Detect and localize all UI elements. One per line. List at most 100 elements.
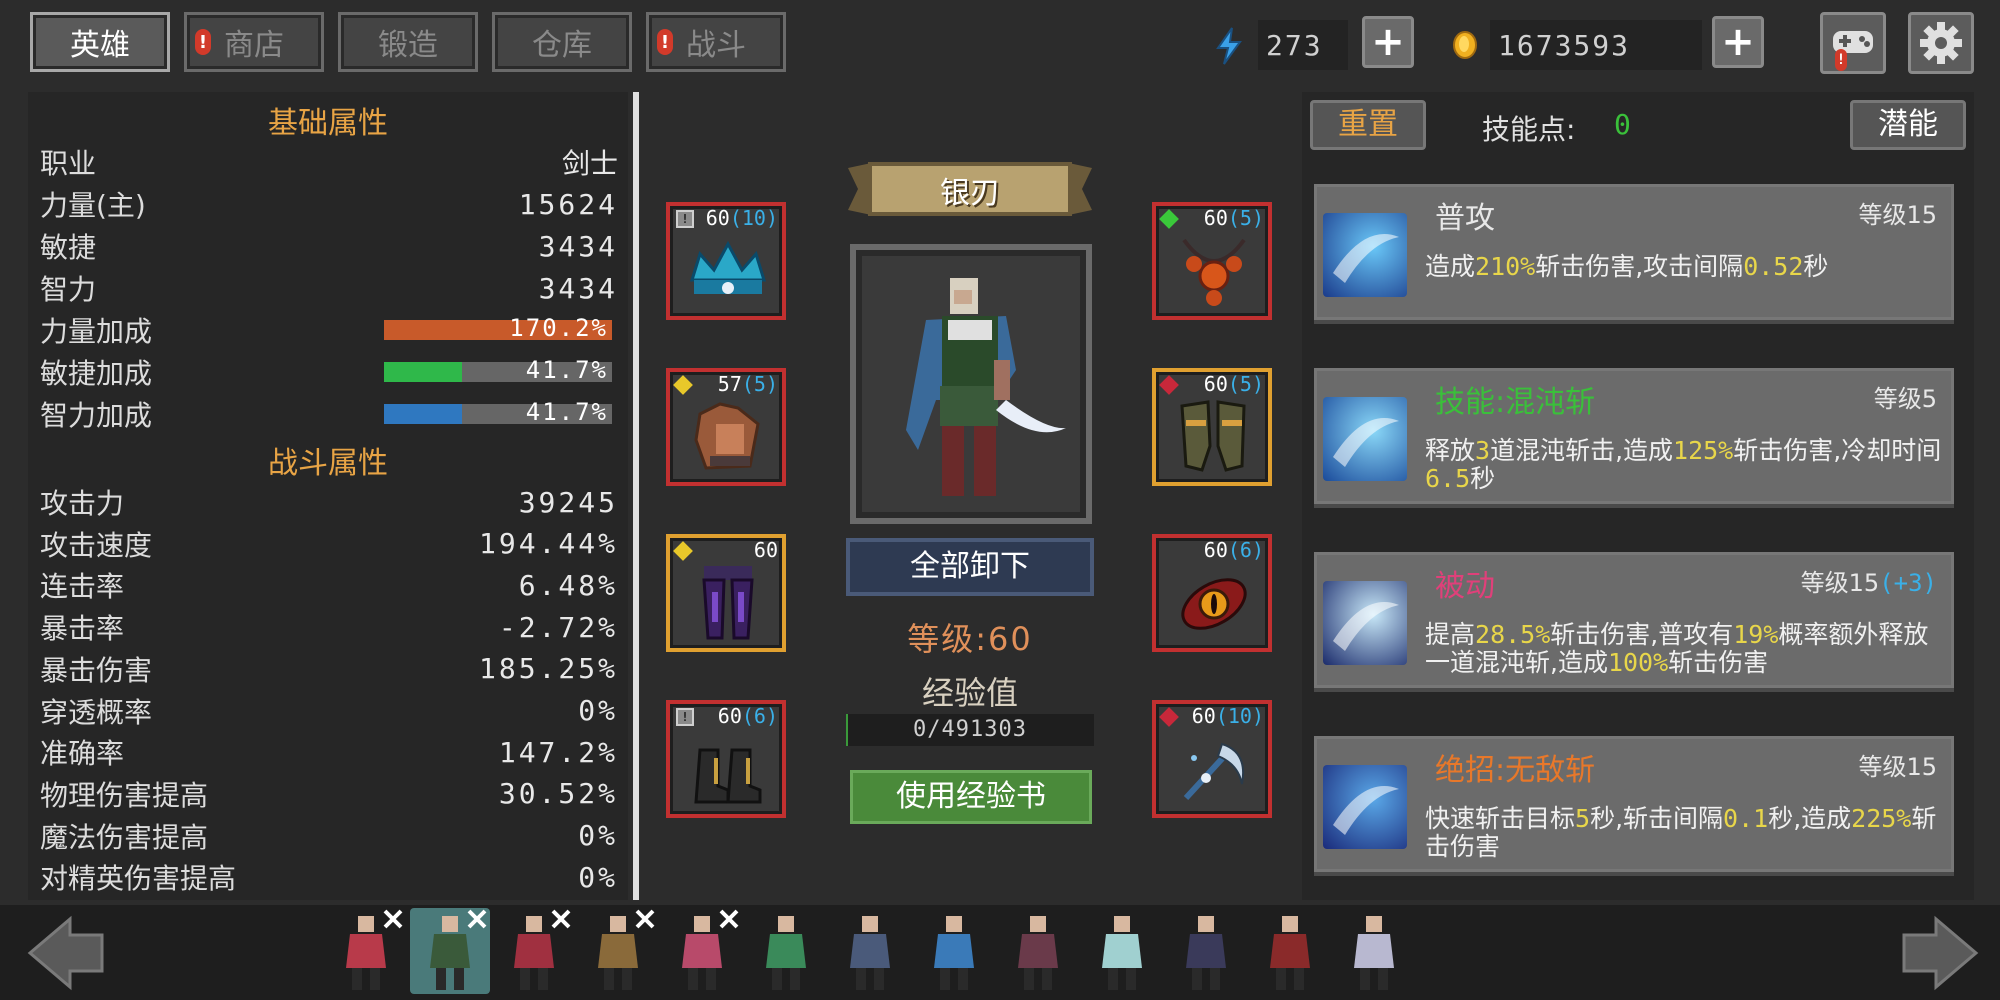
eye-ring-icon [1172, 562, 1256, 642]
stat-value: 剑士 [561, 147, 618, 180]
gem-red-icon [1159, 707, 1179, 727]
skill-card[interactable]: 被动 等级15(+3) 提高28.5%斩击伤害,普攻有19%概率额外释放一道混沌斩,… [1314, 552, 1954, 688]
item-level: 60(6) [718, 704, 778, 728]
skill-card[interactable]: 技能:混沌斩 等级5 释放3道混沌斩击,造成125%斩击伤害,冷却时间 6.5秒 [1314, 368, 1954, 504]
gem-yellow-icon [673, 375, 693, 395]
gem-yellow-icon [673, 541, 693, 561]
gauntlets-icon [1172, 396, 1256, 476]
skill-name: 被动 [1435, 569, 1495, 604]
roster-hero-8[interactable] [914, 908, 994, 994]
skill-text: 斩击伤害 [1668, 648, 1769, 677]
tab-label: 战斗 [686, 28, 746, 63]
reset-skills-button[interactable]: 重置 [1310, 100, 1426, 150]
stat-value: 0% [578, 860, 618, 894]
exp-bar: 0/491303 [846, 714, 1094, 746]
unequip-all-label: 全部卸下 [910, 549, 1030, 584]
skill-icon [1323, 765, 1407, 849]
purple-leggings-icon [686, 562, 770, 642]
stat-value: 147.2% [498, 735, 618, 769]
tab-1[interactable]: ! 商店 [184, 12, 324, 72]
skill-value: 125% [1673, 436, 1734, 465]
item-level-value: 60 [1203, 538, 1228, 562]
settings-button[interactable] [1908, 12, 1974, 74]
stat-row: 智力 3434 [40, 268, 638, 308]
roster-hero-2[interactable] [410, 908, 490, 994]
skill-description: 快速斩击目标5秒,斩击间隔0.1秒,造成225%斩击伤害 [1425, 805, 1951, 861]
gold-coin-icon [1452, 30, 1478, 60]
roster-hero-6[interactable] [746, 908, 826, 994]
tab-2[interactable]: 锻造 [338, 12, 478, 72]
hero-level: 等级:60 [907, 620, 1033, 658]
alert-icon: ! [1835, 49, 1847, 71]
skill-icon [1323, 581, 1407, 665]
crown-icon [686, 230, 770, 310]
stat-value: -2.72% [498, 610, 618, 644]
roster-hero-13[interactable] [1334, 908, 1414, 994]
stat-row: 攻击速度 194.44% [40, 524, 638, 564]
stat-bonus-value: 170.2% [509, 314, 608, 342]
roster-hero-12[interactable] [1250, 908, 1330, 994]
roster-hero-7[interactable] [830, 908, 910, 994]
equipment-slot-right-0[interactable]: 60(5) [1152, 202, 1272, 320]
equipment-slot-right-1[interactable]: 60(5) [1152, 368, 1272, 486]
stat-label: 智力加成 [40, 399, 153, 432]
arrow-right-icon [1902, 915, 1979, 991]
roster-hero-10[interactable] [1082, 908, 1162, 994]
roster-hero-4[interactable] [578, 908, 658, 994]
stat-label: 暴击伤害 [40, 653, 153, 687]
equipment-slot-right-3[interactable]: 60(10) [1152, 700, 1272, 818]
tab-3[interactable]: 仓库 [492, 12, 632, 72]
skill-text: 斩击伤害,普攻有 [1550, 620, 1734, 649]
skill-text: 秒 [1470, 464, 1496, 493]
roster-hero-1[interactable] [326, 908, 406, 994]
roster-hero-9[interactable] [998, 908, 1078, 994]
tab-0[interactable]: 英雄 [30, 12, 170, 72]
skill-text: 秒,造成 [1768, 804, 1852, 833]
skill-name: 绝招:无敌斩 [1435, 753, 1596, 788]
gamepad-button[interactable]: ! [1820, 12, 1886, 74]
skill-card[interactable]: 绝招:无敌斩 等级15 快速斩击目标5秒,斩击间隔0.1秒,造成225%斩击伤害 [1314, 736, 1954, 872]
stat-label: 连击率 [40, 570, 125, 604]
roster-next-button[interactable] [1900, 915, 1980, 991]
stat-row: 暴击率 -2.72% [40, 607, 638, 647]
stat-row: 对精英伤害提高 0% [40, 857, 638, 897]
skill-icon [1323, 397, 1407, 481]
equipment-slot-left-1[interactable]: 57(5) [666, 368, 786, 486]
item-level-value: 60 [1203, 206, 1228, 230]
equipment-slot-left-2[interactable]: 60 [666, 534, 786, 652]
roster-hero-5[interactable] [662, 908, 742, 994]
skill-text: 道混沌斩击,造成 [1490, 436, 1674, 465]
equipment-slot-left-3[interactable]: 60(6)! [666, 700, 786, 818]
skill-value: 0.52 [1743, 252, 1804, 281]
use-exp-book-button[interactable]: 使用经验书 [850, 770, 1092, 824]
add-energy-button[interactable]: + [1362, 16, 1414, 68]
roster-prev-button[interactable] [26, 915, 106, 991]
hero-name: 银刃 [940, 176, 1000, 211]
stat-value: 0% [578, 694, 618, 727]
basic-stats-title: 基础属性 [268, 106, 388, 141]
equipment-slot-right-2[interactable]: 60(6) [1152, 534, 1272, 652]
combat-stats-title: 战斗属性 [268, 446, 388, 481]
lightning-icon [1212, 26, 1246, 66]
item-level: 60(5) [1204, 372, 1264, 396]
add-gold-button[interactable]: + [1712, 16, 1764, 68]
stats-scrollbar[interactable] [633, 92, 639, 900]
roster-hero-11[interactable] [1166, 908, 1246, 994]
reset-label: 重置 [1338, 107, 1398, 142]
tab-4[interactable]: ! 战斗 [646, 12, 786, 72]
skill-card[interactable]: 普攻 等级15 造成210%斩击伤害,攻击间隔0.52秒 [1314, 184, 1954, 320]
equipment-slot-left-0[interactable]: 60(10)! [666, 202, 786, 320]
skill-value: 19% [1733, 620, 1779, 649]
stat-row: 魔法伤害提高 0% [40, 816, 638, 856]
skill-text: 斩击伤害,冷却时间 [1733, 436, 1942, 465]
skills-panel: 重置 技能点: 0 潜能 普攻 等级15 造成210%斩击伤害,攻击间隔0.52秒技… [1302, 92, 1974, 900]
skill-value: 225% [1851, 804, 1912, 833]
skill-description: 释放3道混沌斩击,造成125%斩击伤害,冷却时间 6.5秒 [1425, 437, 1951, 493]
tab-label: 锻造 [378, 28, 438, 63]
potential-button[interactable]: 潜能 [1850, 100, 1966, 150]
skill-name: 技能:混沌斩 [1435, 385, 1596, 420]
roster-hero-3[interactable] [494, 908, 574, 994]
unequip-all-button[interactable]: 全部卸下 [846, 538, 1094, 596]
item-level-value: 60 [753, 538, 778, 562]
scythe-charm-icon [1172, 728, 1256, 808]
